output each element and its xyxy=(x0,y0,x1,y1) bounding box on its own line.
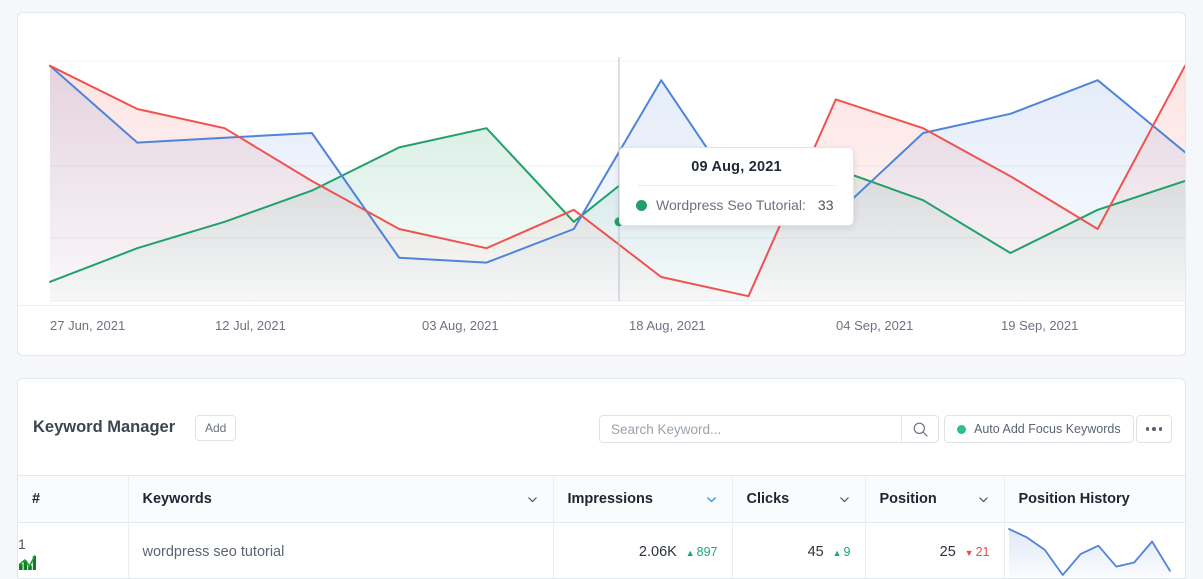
chevron-down-icon[interactable] xyxy=(977,493,990,506)
keyword-manager-toolbar: Keyword Manager Add Auto Add Focus Keywo… xyxy=(18,379,1185,475)
x-axis-tick-label: 12 Jul, 2021 xyxy=(215,318,286,333)
column-label-index: # xyxy=(32,491,41,507)
tooltip-series-dot-icon xyxy=(636,199,647,211)
column-label-position: Position xyxy=(879,491,937,507)
chart-x-axis: 27 Jun, 2021 12 Jul, 2021 03 Aug, 2021 18 A… xyxy=(18,305,1185,349)
add-button-label: Add xyxy=(205,421,227,435)
table-header-row: # Keywords Impressions Clicks Position P… xyxy=(18,475,1185,523)
auto-add-focus-keywords-button[interactable]: Auto Add Focus Keywords xyxy=(944,415,1134,443)
status-dot-icon xyxy=(957,424,966,434)
more-options-button[interactable] xyxy=(1136,415,1172,443)
column-label-impressions: Impressions xyxy=(567,491,653,507)
keyword-manager-card: Keyword Manager Add Auto Add Focus Keywo… xyxy=(17,378,1186,579)
x-axis-tick-label: 03 Aug, 2021 xyxy=(422,318,499,333)
chevron-down-icon[interactable] xyxy=(526,493,539,506)
search-keyword-container xyxy=(599,415,939,443)
ellipsis-dot-icon xyxy=(1145,427,1150,431)
auto-add-label: Auto Add Focus Keywords xyxy=(974,422,1121,436)
page-root: 27 Jun, 2021 12 Jul, 2021 03 Aug, 2021 18 A… xyxy=(0,0,1203,579)
add-keyword-button[interactable]: Add xyxy=(195,415,237,441)
column-header-clicks[interactable]: Clicks xyxy=(732,475,866,523)
ellipsis-dot-icon xyxy=(1158,427,1163,431)
clicks-value: 45 xyxy=(807,544,824,560)
tooltip-series-name: Wordpress Seo Tutorial: xyxy=(656,197,806,213)
x-axis-tick-label: 27 Jun, 2021 xyxy=(50,318,126,333)
keywords-table: # Keywords Impressions Clicks Position P… xyxy=(18,475,1185,578)
clicks-delta: ▲ 9 xyxy=(832,545,851,559)
row-clicks-cell: 45 ▲ 9 xyxy=(732,522,866,578)
chevron-down-icon[interactable] xyxy=(705,493,718,506)
row-index-cell: 1 xyxy=(18,522,129,578)
row-index-number: 1 xyxy=(18,535,26,552)
table-body: 1 wordpress seo tutorial 2.06K ▲ 897 45 … xyxy=(18,522,1185,578)
row-position-cell: 25 ▼ 21 xyxy=(865,522,1005,578)
table-row[interactable]: 1 wordpress seo tutorial 2.06K ▲ 897 45 … xyxy=(18,522,1185,578)
tooltip-date: 09 Aug, 2021 xyxy=(691,159,782,175)
row-impressions-cell: 2.06K ▲ 897 xyxy=(553,522,733,578)
search-button[interactable] xyxy=(901,416,938,442)
x-axis-tick-label: 19 Sep, 2021 xyxy=(1001,318,1079,333)
bar-chart-up-icon xyxy=(18,554,128,571)
analytics-chart-card: 27 Jun, 2021 12 Jul, 2021 03 Aug, 2021 18 A… xyxy=(17,12,1186,356)
column-header-keywords[interactable]: Keywords xyxy=(128,475,554,523)
chevron-down-icon[interactable] xyxy=(838,493,851,506)
chart-plot-area[interactable] xyxy=(18,13,1185,303)
column-header-position-history: Position History xyxy=(1004,475,1185,523)
position-value: 25 xyxy=(939,544,956,560)
page-title: Keyword Manager xyxy=(33,418,176,436)
ellipsis-dot-icon xyxy=(1152,427,1156,431)
search-icon xyxy=(913,422,928,437)
column-label-keywords: Keywords xyxy=(142,491,212,507)
table-header: # Keywords Impressions Clicks Position P… xyxy=(18,475,1185,523)
impressions-value: 2.06K xyxy=(638,544,677,560)
tooltip-series-value: 33 xyxy=(817,197,834,213)
position-history-sparkline xyxy=(1007,528,1171,577)
multi-series-line-chart xyxy=(49,57,1185,302)
keyword-link[interactable]: wordpress seo tutorial xyxy=(143,544,285,560)
column-label-clicks: Clicks xyxy=(746,491,790,507)
x-axis-tick-label: 04 Sep, 2021 xyxy=(836,318,914,333)
chart-tooltip: 09 Aug, 2021 Wordpress Seo Tutorial: 33 xyxy=(619,147,854,226)
search-input[interactable] xyxy=(600,416,901,442)
row-position-history-cell xyxy=(1004,522,1185,578)
position-delta: ▼ 21 xyxy=(964,545,990,559)
column-header-position[interactable]: Position xyxy=(865,475,1005,523)
column-header-impressions[interactable]: Impressions xyxy=(553,475,733,523)
row-keyword-cell[interactable]: wordpress seo tutorial xyxy=(128,522,554,578)
impressions-delta: ▲ 897 xyxy=(685,545,718,559)
column-header-index: # xyxy=(18,475,129,523)
column-label-position-history: Position History xyxy=(1018,491,1130,507)
tooltip-series-row: Wordpress Seo Tutorial: 33 xyxy=(620,186,853,213)
x-axis-tick-label: 18 Aug, 2021 xyxy=(629,318,706,333)
